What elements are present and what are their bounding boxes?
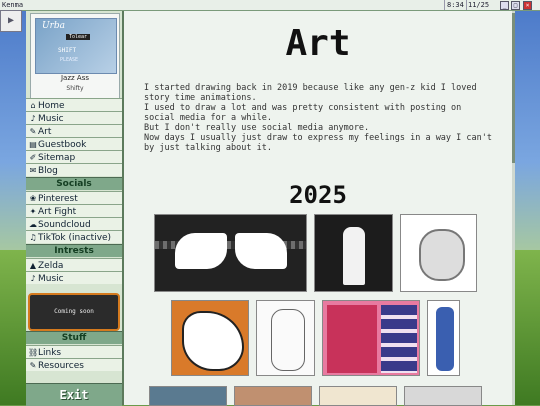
sidebar-item-pinterest[interactable]: ❀ Pinterest: [26, 191, 122, 204]
sidebar-item-links[interactable]: ⛓Links: [26, 345, 122, 358]
art-thumbnail[interactable]: [314, 214, 393, 292]
sidebar-item-zelda[interactable]: ▲ Zelda: [26, 258, 122, 271]
sidebar-item-soundcloud[interactable]: ☁Soundcloud: [26, 217, 122, 230]
banner-tag: Tolear: [66, 34, 91, 40]
resources-icon: ✎: [29, 361, 37, 370]
year-heading: 2025: [289, 181, 347, 209]
section-label: Intrests: [54, 246, 94, 256]
profile-subname: Shifty: [66, 85, 84, 92]
exit-button[interactable]: Exit: [26, 383, 122, 406]
profile-name: Jazz Ass: [60, 74, 89, 82]
banner-sub2: PLEASE: [60, 57, 79, 63]
window-title: Kenma: [2, 1, 24, 9]
maximize-icon[interactable]: □: [511, 1, 520, 10]
profile-banner: Urba Tolear SHIFT PLEASE: [35, 18, 117, 74]
sidebar-item-label: Art: [38, 127, 52, 137]
sidebar-item-guestbook[interactable]: ▤Guestbook: [26, 137, 122, 150]
window-titlebar: Kenma 8:34 11/25 _ □ ×: [0, 0, 540, 11]
play-button[interactable]: ▶: [0, 10, 22, 32]
art-thumbnail[interactable]: [154, 214, 307, 292]
art-thumbnail[interactable]: [234, 386, 312, 406]
stuff-header: Stuff: [26, 331, 122, 344]
sidebar-item-label: Home: [38, 101, 65, 111]
sidebar-item-art[interactable]: ✎ Art: [26, 124, 122, 137]
sidebar-item-music-interest[interactable]: ♪ Music: [26, 271, 122, 284]
section-label: Socials: [56, 179, 92, 189]
art-thumbnail[interactable]: [256, 300, 315, 376]
paragraph-line: But I don't really use social media anym…: [144, 123, 370, 133]
sidebar-item-artfight[interactable]: ✦ Art Fight: [26, 204, 122, 217]
tiktok-icon: ♫: [29, 233, 37, 242]
sidebar-item-tiktok[interactable]: ♫TikTok (inactive): [26, 230, 122, 243]
sidebar-item-sitemap[interactable]: ✐ Sitemap: [26, 150, 122, 163]
sidebar-item-blog[interactable]: ✉ Blog: [26, 163, 122, 176]
sidebar-item-label: Zelda: [38, 261, 64, 271]
paragraph-line: by just talking about it.: [144, 143, 272, 153]
section-label: Stuff: [61, 333, 87, 343]
coming-soon-box: Coming soon: [28, 293, 120, 331]
art-thumbnail[interactable]: [427, 300, 460, 376]
minimize-icon[interactable]: _: [500, 1, 509, 10]
sidebar-item-music[interactable]: ♪ Music: [26, 111, 122, 124]
art-thumbnail[interactable]: [404, 386, 482, 406]
sidebar-item-label: Sitemap: [38, 153, 76, 163]
sidebar-item-label: Music: [38, 274, 64, 284]
paragraph-line: social media for a while.: [144, 113, 272, 123]
sidebar-item-label: Links: [38, 348, 62, 358]
art-thumbnail[interactable]: [322, 300, 420, 376]
banner-sub1: SHIFT: [58, 47, 77, 54]
banner-name: Urba: [42, 21, 66, 31]
paragraph-line: I started drawing back in 2019 because l…: [144, 83, 477, 93]
music-note-icon: ♪: [30, 274, 36, 283]
art-thumbnail[interactable]: [149, 386, 227, 406]
intrests-header: Intrests: [26, 244, 122, 257]
sidebar-item-label: Soundcloud: [38, 220, 91, 230]
sidebar-item-label: Guestbook: [38, 140, 87, 150]
sidebar-item-label: Resources: [38, 361, 84, 371]
paragraph-line: Now days I usually just draw to express …: [144, 133, 492, 143]
paragraph-line: story time animations.: [144, 93, 257, 103]
scrollbar-thumb[interactable]: [512, 13, 515, 163]
page-title: Art: [285, 23, 351, 64]
profile-card: Urba Tolear SHIFT PLEASE Jazz Ass Shifty: [30, 13, 120, 99]
sidebar-item-label: Music: [38, 114, 64, 124]
clock: 8:34: [444, 0, 467, 10]
sidebar-item-home[interactable]: ⌂ Home: [26, 98, 122, 111]
sidebar-item-label: Art Fight: [38, 207, 77, 217]
intro-paragraph: I started drawing back in 2019 because l…: [144, 83, 494, 153]
sidebar-item-label: Pinterest: [38, 194, 78, 204]
main-content: Art I started drawing back in 2019 becau…: [124, 11, 512, 406]
blog-icon: ✉: [29, 166, 37, 175]
close-icon[interactable]: ×: [523, 1, 532, 10]
art-thumbnail[interactable]: [171, 300, 249, 376]
sidebar-item-label: Blog: [38, 166, 58, 176]
socials-header: Socials: [26, 177, 122, 190]
art-thumbnail[interactable]: [400, 214, 477, 292]
paragraph-line: I used to draw a lot and was pretty cons…: [144, 103, 462, 113]
sidebar-item-resources[interactable]: ✎ Resources: [26, 358, 122, 371]
scrollbar[interactable]: [512, 11, 515, 405]
date: 11/25: [468, 1, 490, 9]
sidebar: Urba Tolear SHIFT PLEASE Jazz Ass Shifty…: [26, 11, 124, 406]
sidebar-item-label: TikTok (inactive): [38, 233, 112, 243]
art-thumbnail[interactable]: [319, 386, 397, 406]
